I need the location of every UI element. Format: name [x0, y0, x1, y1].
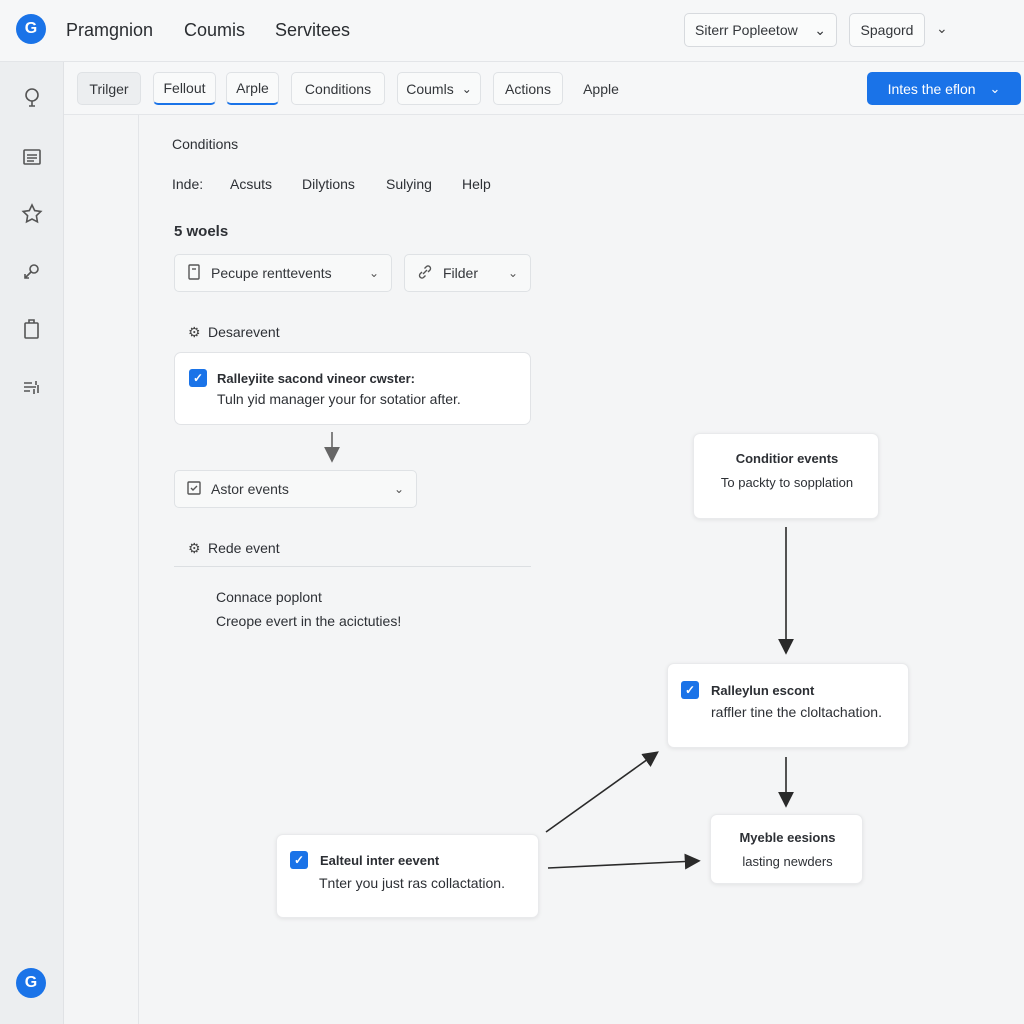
- nav-link-1[interactable]: Pramgnion: [66, 20, 153, 41]
- tab-actions[interactable]: Actions: [493, 72, 563, 105]
- tab-coumls-label: Coumls: [406, 80, 454, 97]
- tab-conditions[interactable]: Conditions: [291, 72, 385, 105]
- subnav-index[interactable]: Inde:: [172, 176, 203, 192]
- event-type-select-label: Pecupe renttevents: [211, 265, 332, 281]
- node-rally-body: raffler tine the cloltachation.: [711, 704, 882, 720]
- section-divider: [174, 566, 531, 567]
- node-rally-title: Ralleylun escont: [711, 682, 815, 698]
- header-select-2-label: Spagord: [860, 22, 914, 38]
- section1-heading: ⚙ Desarevent: [188, 324, 280, 341]
- chevron-down-icon: ⌄: [814, 21, 826, 38]
- count-heading: 5 woels: [174, 223, 229, 240]
- filter-icon[interactable]: [18, 373, 46, 401]
- node-myeble-title: Myeble eesions: [739, 830, 836, 845]
- nodes-icon: ⚙: [188, 540, 201, 556]
- tab-apple[interactable]: Apple: [572, 72, 630, 105]
- note-line-1: Connace poplont: [216, 589, 322, 605]
- node-rally-escort[interactable]: ✓ Ralleylun escont raffler tine the clol…: [667, 663, 909, 748]
- section2-heading: ⚙ Rede event: [188, 540, 280, 557]
- checkbox-icon[interactable]: ✓: [681, 681, 699, 699]
- panel-title: Conditions: [172, 136, 239, 152]
- subnav-acsuts[interactable]: Acsuts: [230, 176, 272, 192]
- list-icon[interactable]: [18, 143, 46, 171]
- node-condition-title: Conditior events: [735, 451, 839, 466]
- event-card-title: Ralleyiite sacond vineor cwster:: [217, 370, 415, 386]
- chevron-down-icon: ⌄: [461, 81, 472, 96]
- filter-select-label: Filder: [443, 265, 479, 281]
- node-myeble-sessions[interactable]: Myeble eesions lasting newders: [710, 814, 863, 884]
- node-inter-body: Tnter you just ras collactation.: [319, 875, 505, 891]
- actor-events-select[interactable]: Astor events ⌄: [174, 470, 417, 508]
- arrow-inter-to-rally: [545, 751, 659, 833]
- chevron-down-icon: ⌄: [393, 482, 404, 496]
- node-myeble-body: lasting newders: [742, 854, 833, 869]
- subnav-help[interactable]: Help: [462, 176, 491, 192]
- filter-select[interactable]: Filder ⌄: [404, 254, 531, 292]
- nodes-icon: ⚙: [188, 324, 201, 340]
- event-card[interactable]: ✓ Ralleyiite sacond vineor cwster: Tuln …: [174, 352, 531, 425]
- node-condition-body: To packty to sopplation: [720, 475, 854, 490]
- document-icon: [187, 263, 201, 283]
- section2-label: Rede event: [208, 540, 280, 556]
- tab-trigger[interactable]: Trilger: [77, 72, 141, 105]
- event-card-body: Tuln yid manager your for sotatior after…: [217, 391, 461, 407]
- node-condition-events[interactable]: Conditior events To packty to sopplation: [693, 433, 879, 519]
- chevron-down-icon: ⌄: [989, 80, 1001, 96]
- branch-icon[interactable]: [18, 258, 46, 286]
- node-inter-event[interactable]: ✓ Ealteul inter eevent Tnter you just ra…: [276, 834, 539, 918]
- primary-action-button[interactable]: Intes the eflon ⌄: [867, 72, 1021, 105]
- app-logo-icon[interactable]: G: [16, 14, 46, 44]
- top-bar: G Pramgnion Coumis Servitees Siterr Popl…: [0, 0, 1024, 62]
- arrow-inter-to-myeble: [547, 853, 701, 870]
- nav-link-3[interactable]: Servitees: [275, 20, 350, 41]
- checkbox-icon[interactable]: ✓: [290, 851, 308, 869]
- tab-fellout[interactable]: Fellout: [153, 72, 216, 105]
- checkbox-icon: [187, 480, 201, 498]
- primary-action-label: Intes the eflon: [887, 80, 976, 97]
- star-icon[interactable]: [18, 200, 46, 228]
- chevron-down-icon: ⌄: [368, 266, 379, 280]
- header-select-1[interactable]: Siterr Popleetow ⌄: [684, 13, 837, 47]
- link-icon: [417, 264, 433, 283]
- node-inter-title: Ealteul inter eevent: [320, 852, 440, 868]
- panel-divider: [138, 115, 139, 1024]
- nav-link-2[interactable]: Coumis: [184, 20, 245, 41]
- subnav-dilytions[interactable]: Dilytions: [302, 176, 355, 192]
- checkbox-icon[interactable]: ✓: [189, 369, 207, 387]
- actor-events-select-label: Astor events: [211, 481, 289, 497]
- header-select-1-label: Siterr Popleetow: [695, 22, 798, 38]
- tab-coumls[interactable]: Coumls ⌄: [397, 72, 481, 105]
- subnav-sulying[interactable]: Sulying: [386, 176, 432, 192]
- chevron-down-icon[interactable]: ⌄: [936, 20, 948, 37]
- section1-label: Desarevent: [208, 324, 280, 340]
- header-select-2[interactable]: Spagord: [849, 13, 925, 47]
- note-line-2: Creope evert in the acictuties!: [216, 613, 402, 629]
- tab-arple[interactable]: Arple: [226, 72, 279, 105]
- clipboard-icon[interactable]: [18, 315, 46, 343]
- chevron-down-icon: ⌄: [507, 266, 518, 280]
- pin-icon[interactable]: [18, 83, 46, 111]
- event-type-select[interactable]: Pecupe renttevents ⌄: [174, 254, 392, 292]
- app-logo-icon[interactable]: G: [16, 968, 46, 998]
